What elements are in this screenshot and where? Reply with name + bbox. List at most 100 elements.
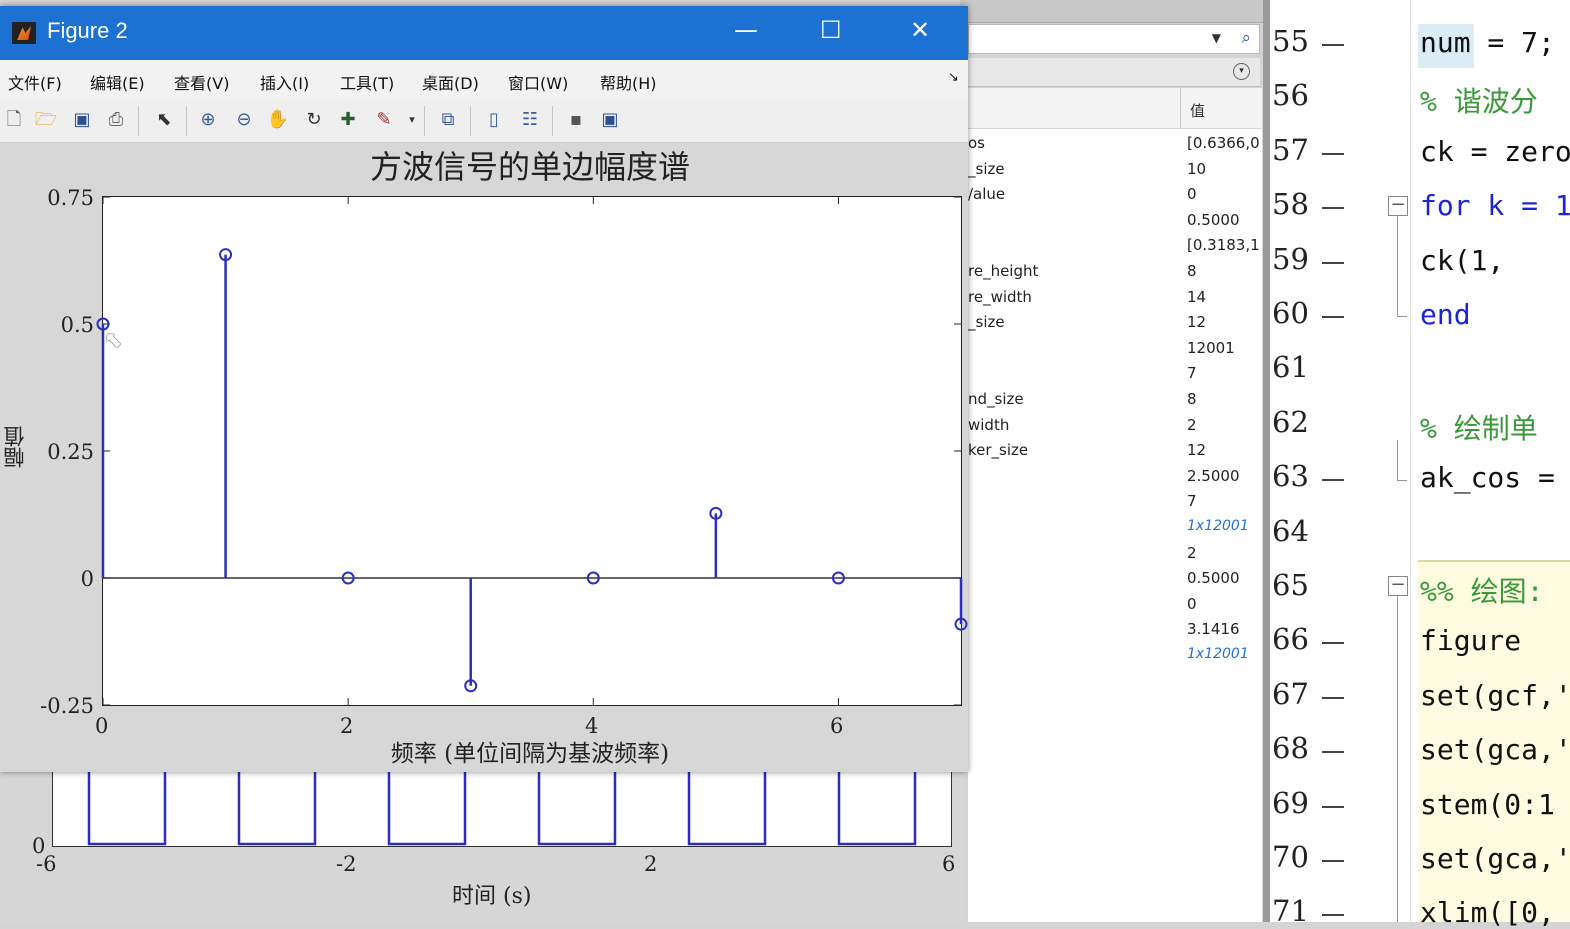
edit-plot-pointer-icon[interactable]: ⬉ xyxy=(152,108,176,132)
pan-icon[interactable]: ✋ xyxy=(266,108,290,132)
lower-x-axis-label: 时间 (s) xyxy=(452,884,532,909)
breakpoint-marker[interactable] xyxy=(1322,697,1344,699)
link-plot-icon[interactable]: ⧉ xyxy=(436,108,460,132)
workspace-variable-name[interactable]: width xyxy=(968,416,1009,434)
workspace-variable-value[interactable]: 12 xyxy=(1187,313,1206,331)
workspace-variable-value[interactable]: [0.6366,0 xyxy=(1187,134,1260,152)
workspace-variable-value[interactable]: 0.5000 xyxy=(1187,569,1240,587)
brush-icon[interactable]: ✎ xyxy=(372,108,396,132)
zoom-in-icon[interactable]: ⊕ xyxy=(196,108,220,132)
workspace-variable-value[interactable]: 0 xyxy=(1187,185,1197,203)
workspace-variable-value[interactable]: 7 xyxy=(1187,364,1197,382)
workspace-variable-name[interactable]: ker_size xyxy=(968,441,1028,459)
maximize-button[interactable]: ☐ xyxy=(820,16,842,44)
workspace-variable-value[interactable]: 2 xyxy=(1187,544,1197,562)
breakpoint-marker[interactable] xyxy=(1322,860,1344,862)
workspace-variable-value[interactable]: 12001 xyxy=(1187,339,1235,357)
menu-edit[interactable]: 编辑(E) xyxy=(90,70,145,94)
breakpoint-marker[interactable] xyxy=(1322,914,1344,916)
breakpoint-marker[interactable] xyxy=(1322,44,1344,46)
show-plot-tools-icon[interactable]: ▣ xyxy=(598,108,622,132)
zoom-out-icon[interactable]: ⊖ xyxy=(232,108,256,132)
workspace-variable-value[interactable]: 14 xyxy=(1187,288,1206,306)
code-line[interactable]: % 绘制单 xyxy=(1420,407,1538,447)
menu-help[interactable]: 帮助(H) xyxy=(600,70,657,94)
fold-toggle-icon[interactable]: − xyxy=(1388,196,1408,216)
code-line[interactable]: xlim([0, xyxy=(1420,896,1555,929)
close-button[interactable]: ✕ xyxy=(910,16,930,44)
menu-tools[interactable]: 工具(T) xyxy=(340,70,394,94)
code-line[interactable]: set(gca,' xyxy=(1420,733,1570,766)
workspace-actions-icon[interactable]: ▾ xyxy=(1233,63,1250,80)
workspace-variable-value[interactable]: [0.3183,1 xyxy=(1187,236,1260,254)
menu-dock-arrow-icon[interactable]: ↘ xyxy=(948,70,959,85)
breakpoint-marker[interactable] xyxy=(1322,642,1344,644)
menu-desktop[interactable]: 桌面(D) xyxy=(422,70,479,94)
insert-colorbar-icon[interactable]: ▯ xyxy=(482,108,506,132)
code-line[interactable]: set(gca,' xyxy=(1420,842,1570,875)
minimize-button[interactable]: — xyxy=(734,16,758,44)
workspace-variable-name[interactable]: re_width xyxy=(968,288,1032,306)
code-line[interactable]: set(gcf,' xyxy=(1420,679,1570,712)
search-icon[interactable]: ⌕ xyxy=(1241,28,1251,48)
data-cursor-icon[interactable]: ✚ xyxy=(336,108,360,132)
pane-splitter[interactable] xyxy=(1263,0,1270,922)
code-line[interactable]: figure xyxy=(1420,624,1521,657)
y-tick-label: -0.25 xyxy=(40,694,94,718)
dropdown-arrow-icon[interactable]: ▼ xyxy=(1212,31,1221,45)
line-number: 61 xyxy=(1272,350,1309,384)
code-line[interactable]: end xyxy=(1420,298,1471,331)
workspace-variable-value[interactable]: 10 xyxy=(1187,160,1206,178)
workspace-variable-value[interactable]: 2.5000 xyxy=(1187,467,1240,485)
workspace-variable-value[interactable]: 3.1416 xyxy=(1187,620,1240,638)
breakpoint-marker[interactable] xyxy=(1322,751,1344,753)
workspace-variable-value[interactable]: 1x12001 xyxy=(1187,518,1249,534)
workspace-variable-name[interactable]: _size xyxy=(968,313,1005,331)
print-icon[interactable]: ⎙ xyxy=(104,108,128,132)
code-line[interactable]: num = 7; xyxy=(1420,26,1555,59)
workspace-variable-value[interactable]: 7 xyxy=(1187,492,1197,510)
workspace-variable-value[interactable]: 0.5000 xyxy=(1187,211,1240,229)
menu-view[interactable]: 查看(V) xyxy=(174,70,229,94)
rotate-3d-icon[interactable]: ↻ xyxy=(302,108,326,132)
figure-title-bar[interactable]: Figure 2 — ☐ ✕ xyxy=(0,6,968,60)
code-line[interactable]: stem(0:1 xyxy=(1420,788,1555,821)
spectrum-axes[interactable] xyxy=(96,196,968,706)
workspace-variable-value[interactable]: 1x12001 xyxy=(1187,646,1249,662)
menu-window[interactable]: 窗口(W) xyxy=(508,70,568,94)
menu-insert[interactable]: 插入(I) xyxy=(260,70,309,94)
column-separator[interactable] xyxy=(1180,88,1181,128)
code-line[interactable]: for k = 1 xyxy=(1420,189,1570,222)
code-line[interactable]: ak_cos = xyxy=(1420,461,1555,494)
workspace-variable-value[interactable]: 2 xyxy=(1187,416,1197,434)
code-line[interactable]: %% 绘图: xyxy=(1420,570,1543,610)
breakpoint-marker[interactable] xyxy=(1322,806,1344,808)
menu-file[interactable]: 文件(F) xyxy=(8,70,62,94)
fold-toggle-icon[interactable]: − xyxy=(1388,576,1408,596)
new-figure-icon[interactable]: 🗋 xyxy=(2,108,26,132)
code-line[interactable]: % 谐波分 xyxy=(1420,80,1538,120)
lower-axes[interactable] xyxy=(52,770,952,847)
code-line[interactable]: ck = zero xyxy=(1420,135,1570,168)
lower-x-tick: -6 xyxy=(36,852,57,876)
breakpoint-marker[interactable] xyxy=(1322,316,1344,318)
breakpoint-marker[interactable] xyxy=(1322,153,1344,155)
code-line[interactable]: ck(1, xyxy=(1420,244,1504,277)
breakpoint-marker[interactable] xyxy=(1322,262,1344,264)
workspace-search-box[interactable]: ▼ ⌕ xyxy=(968,24,1260,54)
brush-dropdown-icon[interactable]: ▾ xyxy=(400,108,424,132)
mouse-cursor-icon: ⬉ xyxy=(104,328,123,353)
open-file-icon[interactable]: 🗁 xyxy=(34,108,58,132)
value-column-header[interactable]: 值 xyxy=(1190,100,1205,121)
hide-plot-tools-icon[interactable]: ▪ xyxy=(564,108,588,132)
workspace-variable-value[interactable]: 12 xyxy=(1187,441,1206,459)
workspace-variable-value[interactable]: 8 xyxy=(1187,390,1197,408)
workspace-variable-value[interactable]: 0 xyxy=(1187,595,1197,613)
workspace-variable-value[interactable]: 8 xyxy=(1187,262,1197,280)
insert-legend-icon[interactable]: ☷ xyxy=(518,108,542,132)
save-icon[interactable]: ▣ xyxy=(70,108,94,132)
breakpoint-marker[interactable] xyxy=(1322,479,1344,481)
workspace-variable-name[interactable]: nd_size xyxy=(968,390,1024,408)
breakpoint-marker[interactable] xyxy=(1322,207,1344,209)
workspace-variable-name[interactable]: re_height xyxy=(968,262,1038,280)
